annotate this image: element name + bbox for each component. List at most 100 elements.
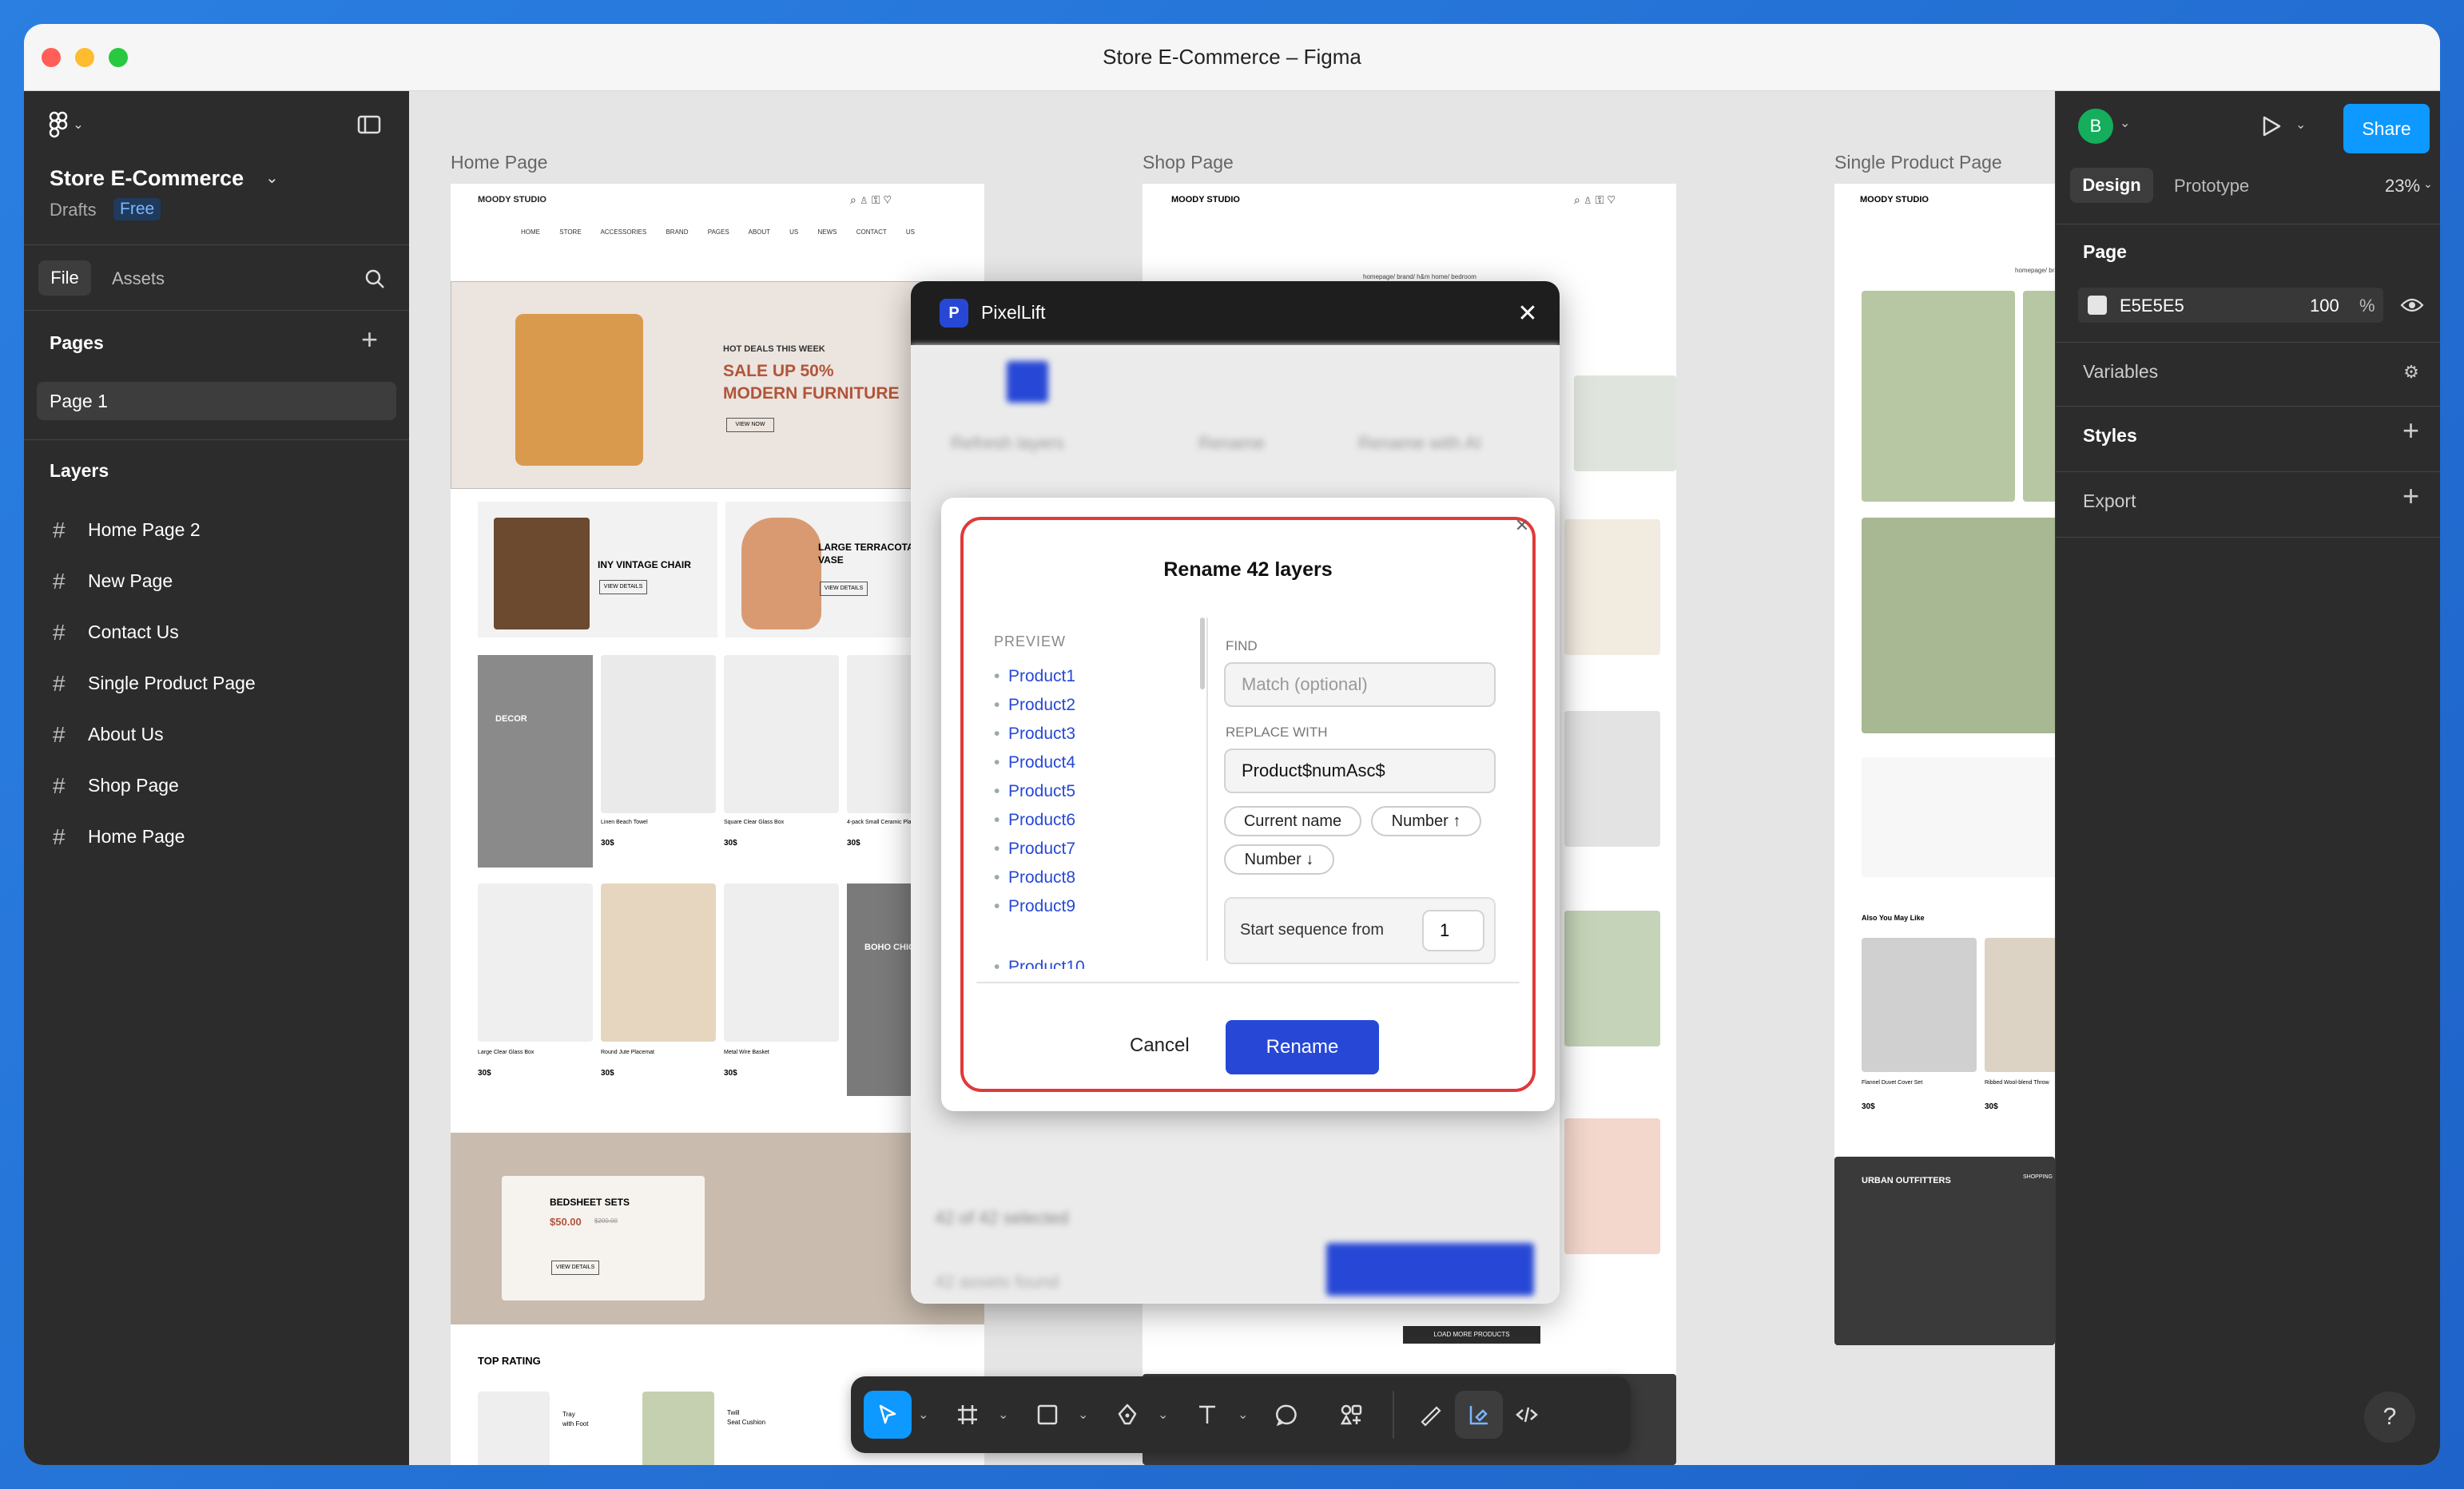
variables-settings-icon[interactable]: ⚙ (2398, 359, 2425, 385)
shape-tool-icon[interactable] (1023, 1391, 1071, 1439)
preview-item: Product7 (994, 840, 1075, 859)
preview-item: Product4 (994, 753, 1075, 772)
page-item-page-1[interactable]: Page 1 (37, 382, 396, 420)
chevron-down-icon[interactable]: ⌄ (1078, 1407, 1091, 1422)
replace-input[interactable]: Product$numAsc$ (1224, 748, 1496, 793)
tab-file[interactable]: File (38, 260, 91, 296)
design-mode-icon[interactable] (1455, 1391, 1503, 1439)
add-export-icon[interactable]: + (2402, 479, 2419, 513)
pen-tool-icon[interactable] (1103, 1391, 1151, 1439)
hero-kicker: HOT DEALS THIS WEEK (723, 344, 825, 354)
chevron-down-icon[interactable]: ⌄ (1238, 1407, 1250, 1422)
tab-assets[interactable]: Assets (112, 268, 165, 289)
add-style-icon[interactable]: + (2402, 414, 2419, 447)
layer-item[interactable]: # New Page (24, 559, 409, 604)
bedsheet-title: BEDSHEET SETS (550, 1197, 630, 1208)
dev-mode-icon[interactable] (1503, 1391, 1551, 1439)
product-image (1564, 1118, 1660, 1254)
product-price: 30$ (1985, 1102, 1998, 1111)
frame-label-home[interactable]: Home Page (451, 152, 547, 173)
close-plugin-icon[interactable]: ✕ (1512, 297, 1544, 329)
rating-image (478, 1392, 550, 1465)
page-color-swatch[interactable] (2088, 296, 2107, 315)
chevron-down-icon[interactable]: ⌄ (2295, 117, 2306, 133)
page-opacity-value[interactable]: 100 (2310, 296, 2339, 316)
single-product-frame[interactable]: MOODY STUDIO homepage/ brand/ Also You M… (1834, 184, 2055, 1345)
layer-item[interactable]: # Contact Us (24, 610, 409, 655)
toolbar-divider (1393, 1391, 1394, 1439)
eye-icon[interactable] (2398, 292, 2426, 318)
actions-tool-icon[interactable] (1327, 1391, 1375, 1439)
add-page-icon[interactable]: + (361, 323, 378, 356)
product-name: 4-pack Small Ceramic Plates (847, 820, 919, 825)
chevron-down-icon[interactable]: ⌄ (2423, 177, 2433, 191)
product-image (724, 883, 839, 1042)
chevron-down-icon[interactable]: ⌄ (265, 168, 279, 188)
drafts-location[interactable]: Drafts (50, 200, 97, 220)
present-play-icon[interactable] (2257, 112, 2286, 141)
start-sequence-input[interactable]: 1 (1422, 910, 1484, 951)
avatar[interactable]: B (2078, 109, 2113, 144)
home-page-frame[interactable]: MOODY STUDIO ⌕ ♙ ⚿ ♡ HOME STORE ACCESSOR… (451, 184, 984, 1465)
chip-current-name[interactable]: Current name (1224, 806, 1361, 836)
frame-tool-icon[interactable] (944, 1391, 992, 1439)
layer-item[interactable]: # Home Page (24, 815, 409, 860)
preview-list[interactable]: Product1 Product2 Product3 Product4 Prod… (960, 664, 1184, 969)
layers-heading: Layers (50, 460, 109, 481)
file-name[interactable]: Store E-Commerce (50, 166, 244, 191)
comment-tool-icon[interactable] (1263, 1391, 1311, 1439)
draw-mode-icon[interactable] (1407, 1391, 1455, 1439)
product-image (601, 883, 716, 1042)
close-modal-icon[interactable]: ✕ (1510, 514, 1534, 538)
share-button[interactable]: Share (2343, 104, 2430, 153)
preview-item: Product6 (994, 811, 1075, 830)
tab-prototype[interactable]: Prototype (2174, 176, 2249, 197)
frame-label-single[interactable]: Single Product Page (1834, 152, 2002, 173)
replace-label: REPLACE WITH (1226, 725, 1328, 740)
move-tool-icon[interactable] (864, 1391, 912, 1439)
boho-title: BOHO CHIC (864, 943, 915, 952)
search-icon[interactable] (361, 265, 388, 292)
tab-design[interactable]: Design (2070, 168, 2153, 203)
chevron-down-icon[interactable]: ⌄ (918, 1407, 931, 1422)
product-price: 30$ (1862, 1102, 1875, 1111)
layer-item[interactable]: # About Us (24, 713, 409, 757)
frame-icon: # (53, 824, 66, 849)
export-section: Export (2083, 490, 2136, 511)
chevron-down-icon[interactable]: ⌄ (2120, 115, 2130, 131)
vase-image (741, 518, 821, 629)
product-image (1862, 518, 2055, 733)
promo-vase-cta: VIEW DETAILS (820, 582, 868, 596)
product-price: 30$ (724, 839, 737, 848)
page-color-value[interactable]: E5E5E5 (2120, 296, 2184, 316)
text-tool-icon[interactable] (1183, 1391, 1231, 1439)
zoom-level[interactable]: 23% (2385, 176, 2420, 197)
layer-item[interactable]: # Single Product Page (24, 661, 409, 706)
chair-image (515, 314, 643, 466)
chevron-down-icon[interactable]: ⌄ (1158, 1407, 1170, 1422)
variables-section[interactable]: Variables (2083, 361, 2158, 383)
rating-name: Twill (727, 1409, 740, 1416)
decor-tile: DECOR (478, 655, 593, 868)
preview-item: Product3 (994, 725, 1075, 744)
toggle-sidebar-icon[interactable] (355, 110, 384, 139)
find-input[interactable]: Match (optional) (1224, 662, 1496, 707)
brand-logo: MOODY STUDIO (1860, 195, 1929, 204)
promo-chair-cta: VIEW DETAILS (599, 580, 647, 594)
left-sidebar: ⌄ Store E-Commerce ⌄ Drafts Free File As… (24, 91, 409, 1465)
chip-number-descending[interactable]: Number ↓ (1224, 844, 1334, 875)
cancel-button[interactable]: Cancel (1130, 1034, 1190, 1057)
chevron-down-icon[interactable]: ⌄ (998, 1407, 1011, 1422)
help-button[interactable]: ? (2364, 1392, 2415, 1443)
pixellift-logo-icon: P (940, 299, 968, 328)
plan-badge: Free (113, 198, 161, 220)
layer-item[interactable]: # Shop Page (24, 764, 409, 808)
figma-menu-icon[interactable]: ⌄ (46, 107, 86, 142)
layer-item[interactable]: # Home Page 2 (24, 508, 409, 553)
chip-number-ascending[interactable]: Number ↑ (1371, 806, 1481, 836)
rename-button[interactable]: Rename (1226, 1020, 1379, 1074)
preview-scrollbar[interactable] (1200, 617, 1205, 689)
frame-icon: # (53, 671, 66, 696)
bottom-toolbar: ⌄ ⌄ ⌄ ⌄ ⌄ (851, 1376, 1631, 1453)
frame-label-shop[interactable]: Shop Page (1143, 152, 1234, 173)
